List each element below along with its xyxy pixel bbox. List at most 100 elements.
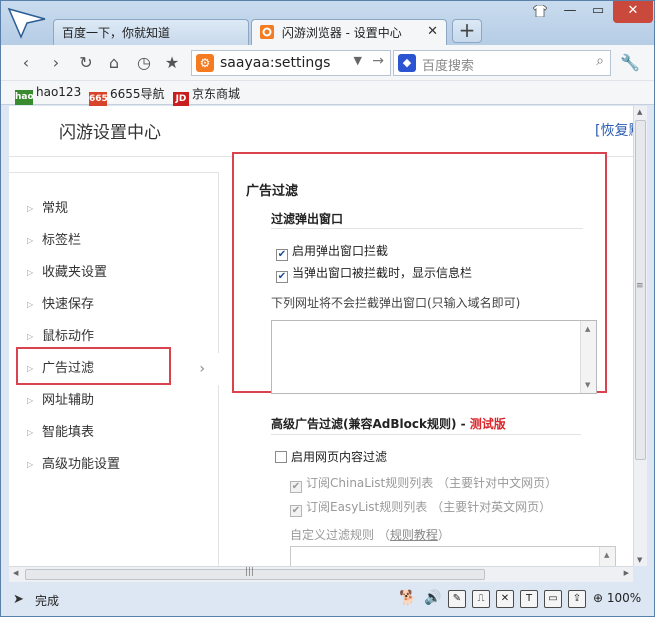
- sidebar-item-autofill[interactable]: ▷ 智能填表: [9, 417, 219, 449]
- sidebar-item-label: 鼠标动作: [42, 329, 95, 344]
- textarea-scrollbar[interactable]: ▲ ▼: [580, 321, 596, 393]
- sidebar-item-label: 网址辅助: [42, 393, 95, 408]
- checkbox-label: 订阅ChinaList规则列表 （主要针对中文网页）: [306, 476, 558, 490]
- sidebar-item-tabs[interactable]: ▷ 标签栏: [9, 225, 219, 257]
- app-logo-icon: [7, 7, 46, 39]
- skin-icon[interactable]: [527, 1, 553, 23]
- bookmark-icon[interactable]: ⎍: [472, 590, 490, 608]
- address-bar[interactable]: ⚙ saayaa:settings ▼ →: [191, 50, 391, 76]
- textarea-scrollbar[interactable]: ▲: [599, 547, 615, 566]
- whitelist-textarea[interactable]: ▲ ▼: [271, 320, 597, 394]
- selected-item-highlight: [16, 347, 171, 385]
- minimize-button[interactable]: —: [557, 1, 583, 23]
- triangle-icon: ▷: [27, 204, 34, 213]
- checkbox-label: 订阅EasyList规则列表 （主要针对英文网页）: [306, 500, 552, 514]
- beta-badge: 测试版: [469, 417, 506, 431]
- address-dropdown-icon[interactable]: ▼: [354, 54, 362, 67]
- checkbox-checked-icon: ✔: [276, 271, 288, 283]
- favorite-star-icon[interactable]: ★: [161, 53, 183, 75]
- site-settings-icon: ⚙: [196, 54, 214, 72]
- bookmark-label: 京东商城: [192, 87, 241, 101]
- checkbox-checked-icon: ✔: [290, 505, 302, 517]
- bookmark-label: 6655导航: [110, 87, 165, 101]
- text-icon[interactable]: T: [520, 590, 538, 608]
- horizontal-scrollbar[interactable]: ◀ ||| ▶: [9, 566, 633, 582]
- speaker-icon[interactable]: 🔊: [424, 590, 442, 608]
- advanced-title-separator: -: [456, 417, 470, 431]
- divider: [271, 434, 581, 435]
- home-icon[interactable]: ⌂: [103, 53, 125, 75]
- sidebar-item-favorites[interactable]: ▷ 收藏夹设置: [9, 257, 219, 289]
- enable-content-filter-checkbox[interactable]: 启用网页内容过滤: [275, 448, 387, 465]
- custom-rules-textarea[interactable]: ▲: [290, 546, 616, 566]
- custom-rules-label: 自定义过滤规则 （规则教程）: [290, 526, 450, 543]
- address-text: saayaa:settings: [220, 55, 331, 71]
- scroll-thumb[interactable]: [25, 569, 485, 580]
- scroll-left-icon[interactable]: ◀: [13, 569, 18, 577]
- grip-icon: ≡: [636, 281, 644, 291]
- vertical-scrollbar[interactable]: ▲ ≡ ▼: [633, 106, 647, 566]
- back-button[interactable]: ‹: [15, 53, 37, 75]
- scroll-up-icon[interactable]: ▲: [585, 325, 590, 333]
- chinalist-checkbox[interactable]: ✔ 订阅ChinaList规则列表 （主要针对中文网页）: [290, 474, 557, 493]
- close-box-icon[interactable]: ✕: [496, 590, 514, 608]
- wrench-icon[interactable]: 🔧: [619, 53, 641, 75]
- easylist-checkbox[interactable]: ✔ 订阅EasyList规则列表 （主要针对英文网页）: [290, 498, 551, 517]
- edit-icon[interactable]: ✎: [448, 590, 466, 608]
- new-tab-button[interactable]: +: [452, 19, 482, 43]
- enable-popup-block-checkbox[interactable]: ✔ 启用弹出窗口拦截: [276, 242, 388, 261]
- sidebar-item-general[interactable]: ▷ 常规: [9, 193, 219, 225]
- tab-label: 闪游浏览器 - 设置中心: [281, 26, 402, 40]
- zoom-level[interactable]: ⊕ 100%: [593, 591, 641, 605]
- restore-defaults-link[interactable]: [恢复默认设置]: [595, 120, 633, 140]
- triangle-icon: ▷: [27, 300, 34, 309]
- scroll-down-icon[interactable]: ▼: [585, 381, 590, 389]
- checkbox-label: 启用网页内容过滤: [291, 450, 388, 464]
- bookmark-hao123[interactable]: hao hao123: [15, 85, 81, 105]
- tab-baidu[interactable]: 百度一下，你就知道: [53, 19, 249, 45]
- scroll-right-icon[interactable]: ▶: [624, 569, 629, 577]
- scroll-up-icon[interactable]: ▲: [604, 551, 609, 559]
- checkbox-checked-icon: ✔: [290, 481, 302, 493]
- upload-icon[interactable]: ⇪: [568, 590, 586, 608]
- window-icon[interactable]: ▭: [544, 590, 562, 608]
- search-icon[interactable]: ⌕: [596, 53, 604, 69]
- sidebar-item-label: 收藏夹设置: [42, 265, 108, 280]
- scroll-up-icon[interactable]: ▲: [637, 108, 642, 116]
- triangle-icon: ▷: [27, 396, 34, 405]
- sidebar-item-label: 高级功能设置: [42, 457, 121, 472]
- scroll-down-icon[interactable]: ▼: [637, 556, 642, 564]
- triangle-icon: ▷: [27, 428, 34, 437]
- checkbox-checked-icon: ✔: [276, 249, 288, 261]
- go-arrow-icon[interactable]: →: [372, 53, 384, 69]
- dog-icon[interactable]: 🐕: [399, 590, 417, 608]
- bookmark-label: hao123: [36, 85, 82, 99]
- bookmark-6655[interactable]: 66556655导航: [89, 85, 165, 107]
- triangle-icon: ▷: [27, 236, 34, 245]
- show-infobar-checkbox[interactable]: ✔ 当弹出窗口被拦截时，显示信息栏: [276, 264, 472, 283]
- sidebar-item-quicksave[interactable]: ▷ 快速保存: [9, 289, 219, 321]
- tab-settings[interactable]: 闪游浏览器 - 设置中心 ✕: [251, 19, 447, 45]
- status-bar: ➤ 完成 🐕 🔊 ✎ ⎍ ✕ T ▭ ⇪ ⊕ 100%: [1, 584, 654, 616]
- maximize-button[interactable]: ▭: [585, 1, 611, 23]
- divider: [271, 228, 583, 229]
- tab-label: 百度一下，你就知道: [62, 26, 171, 40]
- refresh-icon[interactable]: ↻: [75, 53, 97, 75]
- sidebar-item-url-assist[interactable]: ▷ 网址辅助: [9, 385, 219, 417]
- triangle-icon: ▷: [27, 460, 34, 469]
- tab-bar: 百度一下，你就知道 闪游浏览器 - 设置中心 ✕ + — ▭ ✕: [1, 1, 654, 45]
- baidu-paw-icon[interactable]: ◆: [398, 54, 416, 72]
- custom-rules-close: ）: [437, 528, 450, 542]
- zoom-value: 100%: [606, 591, 642, 605]
- sidebar-item-label: 智能填表: [42, 425, 95, 440]
- tab-close-icon[interactable]: ✕: [427, 24, 438, 39]
- sidebar-item-label: 常规: [42, 201, 69, 216]
- search-placeholder: 百度搜索: [422, 59, 475, 74]
- search-box[interactable]: ◆ 百度搜索 ⌕: [393, 50, 611, 76]
- history-clock-icon[interactable]: ◷: [133, 53, 155, 75]
- close-window-button[interactable]: ✕: [613, 1, 653, 23]
- rules-tutorial-link[interactable]: 规则教程: [390, 528, 438, 542]
- forward-button[interactable]: ›: [45, 53, 67, 75]
- bookmark-jd[interactable]: JD 京东商城: [173, 85, 240, 107]
- sidebar-item-advanced[interactable]: ▷ 高级功能设置: [9, 449, 219, 481]
